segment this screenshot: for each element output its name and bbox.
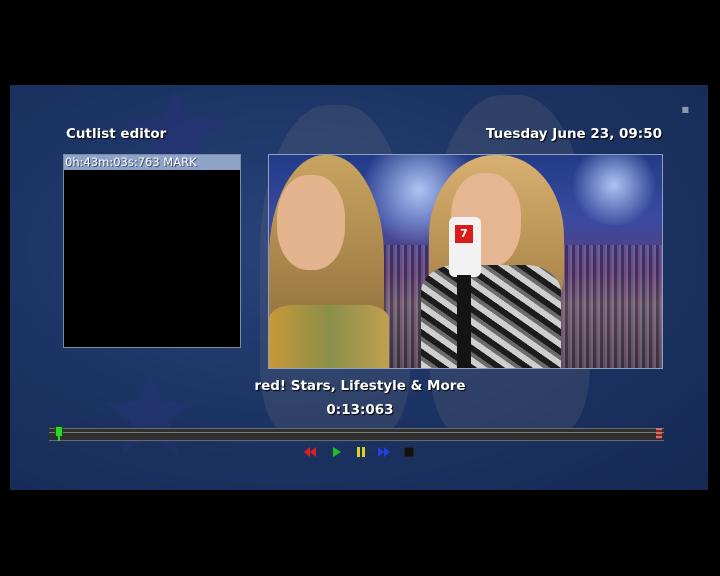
fast-forward-icon[interactable]	[378, 447, 390, 457]
page-title: Cutlist editor	[66, 126, 167, 142]
cutlist-item[interactable]: 0h:43m:03s:763 MARK	[64, 155, 240, 170]
microphone-handle	[457, 275, 471, 368]
timeline-slider[interactable]	[49, 426, 664, 441]
pause-icon[interactable]	[355, 447, 367, 457]
datetime-display: Tuesday June 23, 09:50	[485, 126, 662, 142]
cutlist-rows: 0h:43m:03s:763 MARK	[64, 155, 240, 170]
stop-icon[interactable]	[403, 447, 415, 457]
stage-light	[569, 155, 659, 225]
timeline-track	[49, 428, 664, 441]
rewind-icon[interactable]	[304, 447, 316, 457]
timeline-end-marker	[656, 428, 662, 439]
play-icon[interactable]	[331, 447, 343, 457]
timeline-track-line	[49, 432, 664, 433]
channel-logo-icon: ■	[681, 105, 690, 114]
presenter-left-face	[277, 175, 345, 270]
timeline-position-marker[interactable]	[55, 426, 63, 441]
video-preview: 7	[268, 154, 663, 369]
presenter-right-dress	[421, 265, 561, 368]
cutlist-panel[interactable]: 0h:43m:03s:763 MARK	[63, 154, 241, 348]
presenter-left-dress	[269, 305, 389, 368]
timecode: 0:13:063	[326, 402, 394, 418]
program-title: red! Stars, Lifestyle & More	[254, 378, 466, 394]
screen: ■ Cutlist editor Tuesday June 23, 09:50 …	[0, 0, 720, 576]
microphone-logo-icon: 7	[455, 225, 473, 243]
